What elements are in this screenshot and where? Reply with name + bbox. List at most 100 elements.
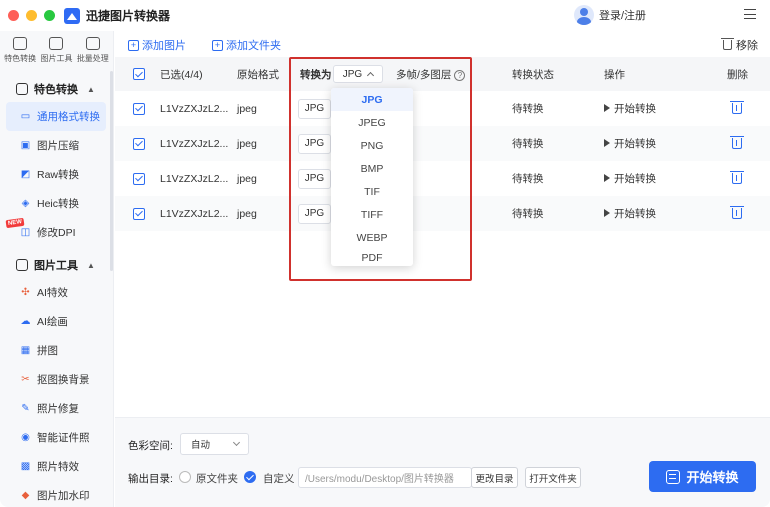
remove-label: 移除 bbox=[736, 40, 758, 52]
sidebar: 特色转换 图片工具 批量处理 特色转换 ▲ ▭ 通用格式转换 ▣ 图片压缩 ◩ bbox=[0, 31, 114, 507]
dropdown-option-webp[interactable]: WEBP bbox=[331, 226, 413, 249]
target-format-select[interactable]: JPG bbox=[298, 133, 331, 154]
start-convert-button[interactable]: 开始转换 bbox=[649, 461, 756, 492]
dropdown-option-png[interactable]: PNG bbox=[331, 134, 413, 157]
file-name: L1VzZXJzL2... bbox=[160, 172, 229, 185]
row-checkbox[interactable] bbox=[133, 137, 145, 150]
open-folder-button[interactable]: 打开文件夹 bbox=[525, 467, 581, 488]
close-window-button[interactable] bbox=[8, 10, 19, 21]
table-row: L1VzZXJzL2... jpeg JPG 待转换 开始转换 bbox=[115, 161, 770, 196]
select-all-checkbox[interactable] bbox=[133, 68, 145, 80]
sidebar-item-format-convert[interactable]: ▭ 通用格式转换 bbox=[6, 102, 106, 131]
image-section-icon bbox=[16, 259, 28, 271]
delete-row-icon[interactable] bbox=[730, 171, 744, 184]
dropdown-option-jpg[interactable]: JPG bbox=[331, 88, 413, 111]
cutout-icon: ✂ bbox=[21, 374, 30, 385]
start-row-button[interactable]: 开始转换 bbox=[604, 136, 656, 151]
dropdown-option-tif[interactable]: TIF bbox=[331, 180, 413, 203]
sidebar-item-label: 照片特效 bbox=[37, 461, 79, 473]
image-tool-icon bbox=[49, 37, 64, 50]
sidebar-item-watermark[interactable]: ◆ 图片加水印 bbox=[0, 481, 113, 507]
avatar-icon bbox=[574, 5, 594, 25]
login-label: 登录/注册 bbox=[599, 10, 647, 22]
title-bar: 迅捷图片转换器 登录/注册 bbox=[0, 0, 770, 31]
start-row-label: 开始转换 bbox=[614, 103, 656, 115]
sidebar-item-label: 修改DPI bbox=[37, 227, 76, 239]
sidebar-item-label: Raw转换 bbox=[37, 169, 80, 181]
play-icon bbox=[604, 209, 610, 217]
photo-effect-icon: ▩ bbox=[20, 461, 31, 472]
row-checkbox[interactable] bbox=[133, 102, 145, 115]
section-image-tools[interactable]: 图片工具 ▲ bbox=[0, 252, 113, 278]
heic-icon: ◈ bbox=[21, 198, 30, 209]
target-format-select[interactable]: JPG bbox=[298, 168, 331, 189]
sidebar-item-collage[interactable]: ▦ 拼图 bbox=[0, 336, 113, 365]
tool-label: 特色转换 bbox=[4, 54, 37, 63]
file-name: L1VzZXJzL2... bbox=[160, 207, 229, 220]
dropdown-option-bmp[interactable]: BMP bbox=[331, 157, 413, 180]
sidebar-item-dpi[interactable]: NEW ◫ 修改DPI bbox=[0, 217, 113, 247]
original-folder-radio[interactable] bbox=[179, 471, 191, 483]
sidebar-item-ai-effect[interactable]: ✣ AI特效 bbox=[0, 278, 113, 307]
sidebar-item-label: 照片修复 bbox=[37, 403, 79, 415]
window-controls bbox=[8, 10, 55, 21]
maximize-window-button[interactable] bbox=[44, 10, 55, 21]
dropdown-option-tiff[interactable]: TIFF bbox=[331, 203, 413, 226]
start-row-button[interactable]: 开始转换 bbox=[604, 101, 656, 116]
sidebar-item-repair[interactable]: ✎ 照片修复 bbox=[0, 394, 113, 423]
start-row-button[interactable]: 开始转换 bbox=[604, 171, 656, 186]
sidebar-item-label: 图片压缩 bbox=[37, 140, 79, 152]
sidebar-scrollbar[interactable] bbox=[110, 71, 113, 271]
status-text: 待转换 bbox=[512, 173, 544, 185]
start-row-label: 开始转换 bbox=[614, 138, 656, 150]
sidebar-item-cutout[interactable]: ✂ 抠图换背景 bbox=[0, 365, 113, 394]
minimize-window-button[interactable] bbox=[26, 10, 37, 21]
hamburger-menu-icon[interactable] bbox=[744, 9, 756, 19]
tool-image-tools[interactable]: 图片工具 bbox=[38, 37, 74, 71]
tool-batch[interactable]: 批量处理 bbox=[75, 37, 111, 71]
row-checkbox[interactable] bbox=[133, 207, 145, 220]
row-checkbox[interactable] bbox=[133, 172, 145, 185]
sidebar-item-id-photo[interactable]: ◉ 智能证件照 bbox=[0, 423, 113, 452]
convert-to-select[interactable]: JPG bbox=[333, 65, 383, 83]
format-dropdown: JPG JPEG PNG BMP TIF TIFF WEBP PDF bbox=[331, 88, 413, 266]
sidebar-top-tools: 特色转换 图片工具 批量处理 bbox=[0, 31, 113, 71]
change-dir-button[interactable]: 更改目录 bbox=[471, 467, 518, 488]
custom-folder-radio[interactable] bbox=[244, 471, 256, 483]
sidebar-item-ai-paint[interactable]: ☁ AI绘画 bbox=[0, 307, 113, 336]
sidebar-item-heic[interactable]: ◈ Heic转换 bbox=[0, 189, 113, 218]
add-folder-label: 添加文件夹 bbox=[226, 40, 281, 52]
add-image-button[interactable]: + 添加图片 bbox=[128, 37, 186, 53]
delete-row-icon[interactable] bbox=[730, 101, 744, 114]
table-row: L1VzZXJzL2... jpeg JPG 待转换 开始转换 bbox=[115, 126, 770, 161]
delete-row-icon[interactable] bbox=[730, 206, 744, 219]
add-folder-button[interactable]: + 添加文件夹 bbox=[212, 37, 281, 53]
sidebar-item-photo-effect[interactable]: ▩ 照片特效 bbox=[0, 452, 113, 481]
header-status: 转换状态 bbox=[512, 68, 554, 81]
help-icon[interactable]: ? bbox=[454, 69, 466, 81]
original-folder-label: 原文件夹 bbox=[196, 473, 238, 485]
table-row: L1VzZXJzL2... jpeg JPG 待转换 开始转换 bbox=[115, 196, 770, 231]
dropdown-option-pdf[interactable]: PDF bbox=[331, 249, 413, 261]
sidebar-item-raw[interactable]: ◩ Raw转换 bbox=[0, 160, 113, 189]
convert-section-icon bbox=[16, 83, 28, 95]
color-space-select[interactable]: 自动 bbox=[180, 433, 249, 455]
ai-paint-icon: ☁ bbox=[20, 316, 31, 327]
remove-button[interactable]: 移除 bbox=[721, 37, 758, 53]
target-format-select[interactable]: JPG bbox=[298, 203, 331, 224]
batch-icon bbox=[85, 37, 100, 50]
output-path-input[interactable]: /Users/modu/Desktop/图片转换器 bbox=[298, 467, 472, 488]
color-space-value: 自动 bbox=[191, 440, 211, 451]
login-button[interactable]: 登录/注册 bbox=[574, 5, 646, 25]
dropdown-option-jpeg[interactable]: JPEG bbox=[331, 111, 413, 134]
add-image-label: 添加图片 bbox=[142, 40, 186, 52]
status-text: 待转换 bbox=[512, 208, 544, 220]
delete-row-icon[interactable] bbox=[730, 136, 744, 149]
header-action: 操作 bbox=[604, 68, 625, 81]
start-row-button[interactable]: 开始转换 bbox=[604, 206, 656, 221]
sidebar-item-compress[interactable]: ▣ 图片压缩 bbox=[0, 131, 113, 160]
id-photo-icon: ◉ bbox=[21, 432, 30, 443]
tool-feature-convert[interactable]: 特色转换 bbox=[2, 37, 38, 71]
target-format-select[interactable]: JPG bbox=[298, 98, 331, 119]
section-feature-convert[interactable]: 特色转换 ▲ bbox=[0, 76, 113, 102]
